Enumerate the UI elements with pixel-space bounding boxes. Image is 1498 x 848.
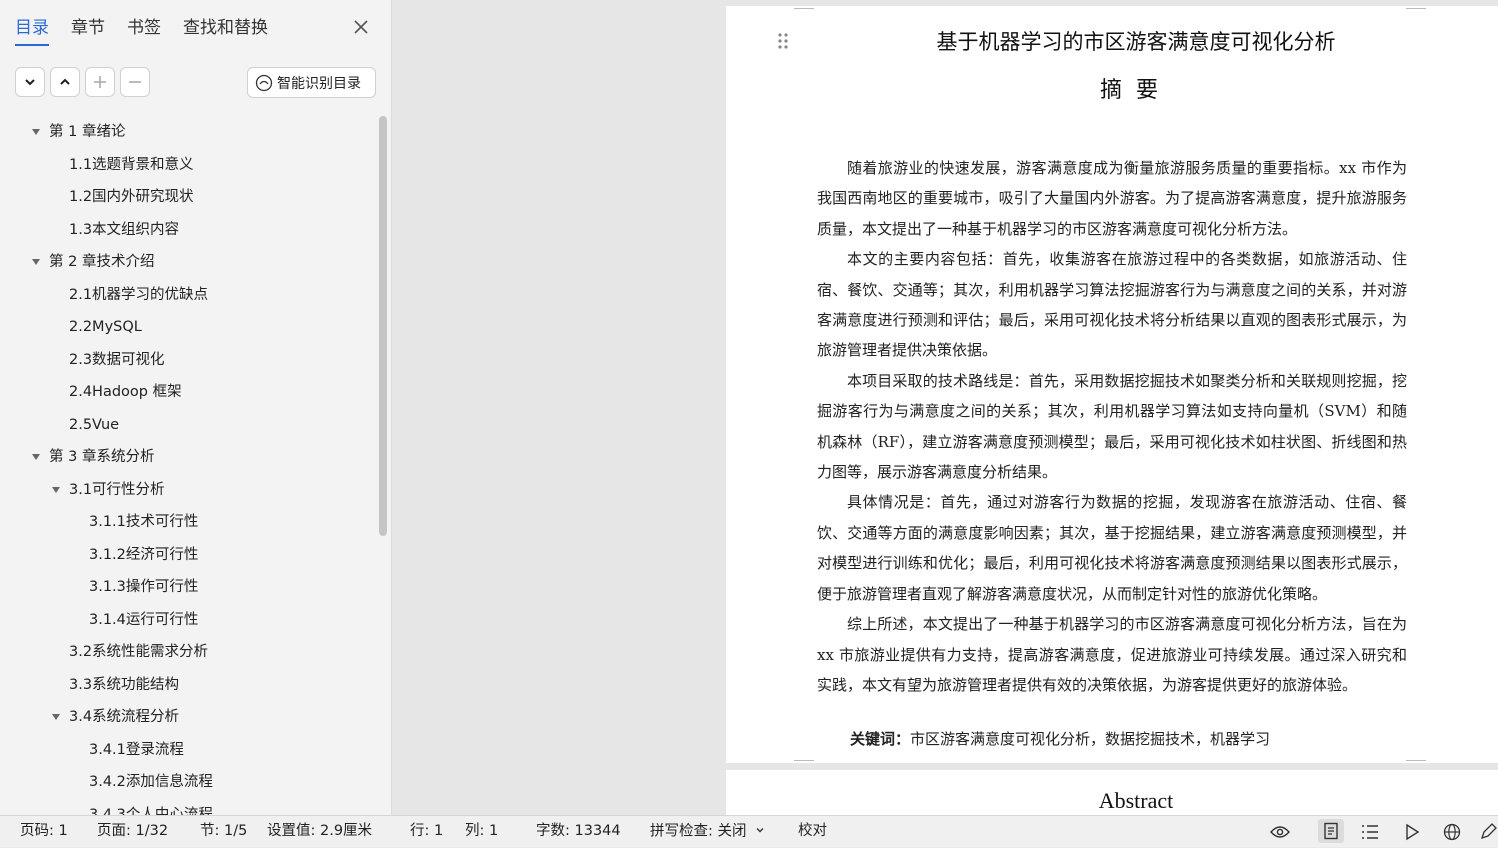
toc-item[interactable]: 3.4系统流程分析 [69,706,179,728]
toc-item[interactable]: 2.4Hadoop 框架 [69,381,182,403]
status-proofread[interactable]: 校对 [798,816,827,847]
toc-list: 第 1 章绪论 1.1选题背景和意义 1.2国内外研究现状 1.3本文组织内容第 2 … [0,116,378,815]
toc-item[interactable]: 3.1.4运行可行性 [89,609,198,631]
toc-item[interactable]: 3.1.2经济可行性 [89,544,198,566]
status-page[interactable]: 页面: 1/32 [97,816,168,847]
status-word-count[interactable]: 字数: 13344 [536,816,621,847]
abstract-body: 随着旅游业的快速发展，游客满意度成为衡量旅游服务质量的重要指标。xx 市作为我国… [817,153,1407,700]
toc-item[interactable]: 1.3本文组织内容 [69,219,179,241]
toc-item[interactable]: 1.1选题背景和意义 [69,154,194,176]
toc-item[interactable]: 第 2 章技术介绍 [49,251,154,273]
status-bar: 页码: 1 页面: 1/32 节: 1/5 设置值: 2.9厘米 行: 1 列:… [0,815,1498,847]
tab-toc[interactable]: 目录 [15,12,49,46]
remove-level-button[interactable] [120,67,150,97]
document-page-2: Abstract [726,770,1498,815]
status-section[interactable]: 节: 1/5 [200,816,247,847]
toc-toolbar: 智能识别目录 [15,67,377,99]
play-icon[interactable] [1402,822,1422,842]
smart-recognize-icon [255,74,273,92]
toc-sidebar: 目录 章节 书签 查找和替换 智能识别目录 第 1 章绪论 1.1选题背景和意义 1… [0,0,392,815]
tab-chapters[interactable]: 章节 [71,12,105,44]
toc-scrollbar[interactable] [379,116,387,536]
toc-item[interactable]: 1.2国内外研究现状 [69,186,194,208]
minus-icon [127,74,143,90]
toc-item[interactable]: 2.5Vue [69,414,119,436]
keywords-label: 关键词： [850,730,911,748]
tab-find-replace[interactable]: 查找和替换 [183,12,268,44]
status-row[interactable]: 行: 1 [410,816,443,847]
keywords-line: 关键词：市区游客满意度可视化分析，数据挖掘技术，机器学习 [850,728,1270,749]
collapse-up-button[interactable] [50,67,80,97]
paragraph: 本文的主要内容包括：首先，收集游客在旅游过程中的各类数据，如旅游活动、住宿、餐饮… [817,250,1407,360]
paragraph: 本项目采取的技术路线是：首先，采用数据挖掘技术如聚类分析和关联规则挖掘，挖掘游客… [817,371,1407,482]
toc-item[interactable]: 第 1 章绪论 [49,121,125,143]
document-page: 基于机器学习的市区游客满意度可视化分析 摘要 随着旅游业的快速发展，游客满意度成… [726,6,1498,763]
status-page-code[interactable]: 页码: 1 [20,816,68,847]
caret-down-icon[interactable] [31,127,41,137]
add-level-button[interactable] [85,67,115,97]
caret-down-icon[interactable] [31,452,41,462]
abstract-en-heading: Abstract [1098,788,1174,813]
caret-down-icon[interactable] [31,257,41,267]
toc-item[interactable]: 3.4.2添加信息流程 [89,771,213,793]
toc-item[interactable]: 2.2MySQL [69,316,142,338]
tab-bookmarks[interactable]: 书签 [127,12,161,44]
paragraph: 具体情况是：首先，通过对游客行为数据的挖掘，发现游客在旅游活动、住宿、餐饮、交通… [817,493,1407,603]
chevron-down-icon [755,816,765,847]
toc-item[interactable]: 3.1.1技术可行性 [89,511,198,533]
toc-item[interactable]: 3.4.3个人中心流程 [89,804,213,816]
status-spell-check[interactable]: 拼写检查: 关闭 [650,816,765,847]
smart-toc-button[interactable]: 智能识别目录 [247,67,376,98]
page-corner-mark [794,8,814,9]
caret-down-icon[interactable] [51,485,61,495]
toc-item[interactable]: 3.2系统性能需求分析 [69,641,208,663]
spell-check-label: 拼写检查: 关闭 [650,823,747,840]
page-corner-mark [794,760,814,761]
document-canvas: 基于机器学习的市区游客满意度可视化分析 摘要 随着旅游业的快速发展，游客满意度成… [392,0,1498,815]
toc-item[interactable]: 3.4.1登录流程 [89,739,184,761]
paragraph: 综上所述，本文提出了一种基于机器学习的市区游客满意度可视化分析方法，旨在为 xx… [817,615,1407,694]
collapse-down-button[interactable] [15,67,45,97]
plus-icon [92,74,108,90]
paragraph: 随着旅游业的快速发展，游客满意度成为衡量旅游服务质量的重要指标。xx 市作为我国… [817,159,1407,238]
keywords-value: 市区游客满意度可视化分析，数据挖掘技术，机器学习 [910,730,1271,748]
abstract-heading: 摘要 [1099,78,1172,103]
close-icon[interactable] [351,17,371,37]
document-title: 基于机器学习的市区游客满意度可视化分析 [936,30,1336,54]
smart-toc-label: 智能识别目录 [277,75,361,92]
toc-item[interactable]: 2.3数据可视化 [69,349,165,371]
page-view-icon[interactable] [1318,819,1344,843]
toc-item[interactable]: 第 3 章系统分析 [49,446,154,468]
toc-item[interactable]: 2.1机器学习的优缺点 [69,284,208,306]
outline-view-icon[interactable] [1360,822,1380,842]
globe-icon[interactable] [1442,822,1462,842]
sidebar-tabs: 目录 章节 书签 查找和替换 [15,12,290,46]
eye-icon[interactable] [1270,822,1290,842]
chevron-up-icon [58,75,72,89]
toc-item[interactable]: 3.1.3操作可行性 [89,576,198,598]
toc-item[interactable]: 3.1可行性分析 [69,479,165,501]
page-corner-mark [1406,8,1426,9]
pen-icon[interactable] [1478,822,1498,842]
toc-item[interactable]: 3.3系统功能结构 [69,674,179,696]
chevron-down-icon [23,75,37,89]
caret-down-icon[interactable] [51,712,61,722]
page-corner-mark [1406,760,1426,761]
status-position[interactable]: 设置值: 2.9厘米 [267,816,372,847]
status-col[interactable]: 列: 1 [465,816,498,847]
